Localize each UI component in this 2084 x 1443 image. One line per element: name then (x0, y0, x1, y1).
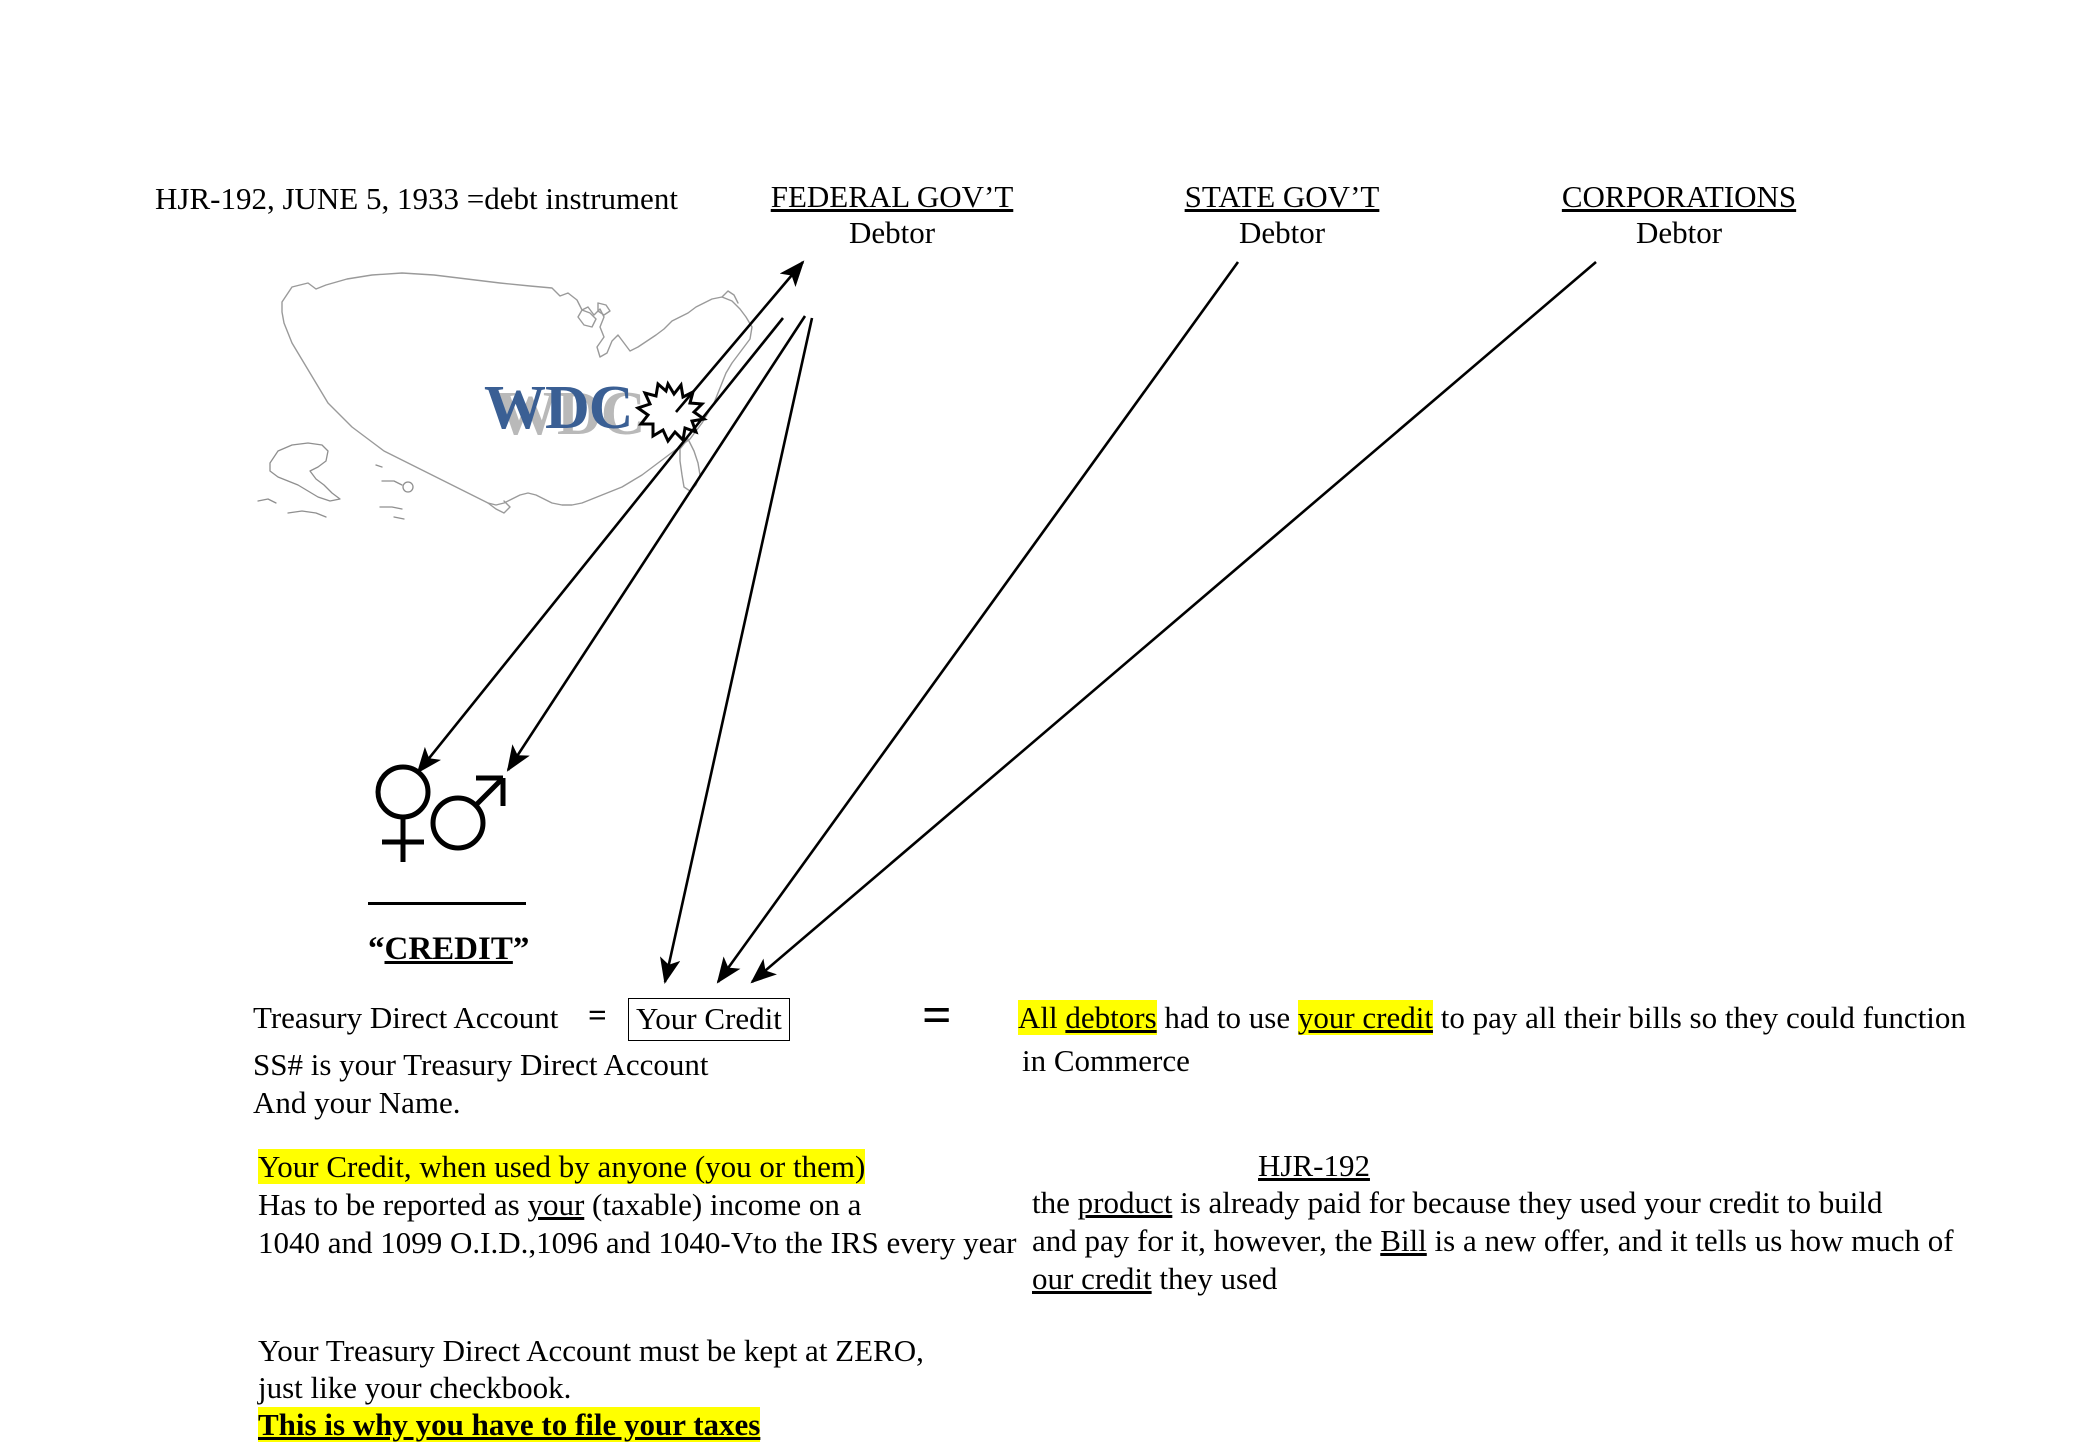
credit-use-line2-post: (taxable) income on a (584, 1187, 862, 1222)
org-name: CORPORATIONS (1561, 179, 1797, 214)
org-label-state-government: STATE GOV’T Debtor (1178, 181, 1386, 251)
file-taxes-highlight: This is why you have to file your taxes (258, 1407, 761, 1442)
hjr192-line2-post: is a new offer, and it tells us how much… (1426, 1223, 1954, 1258)
hjr192-product-word: product (1077, 1185, 1173, 1220)
debtors-highlight-1: All debtors (1018, 1000, 1157, 1035)
hjr192-paragraph: the product is already paid for because … (1032, 1184, 1954, 1298)
treasury-direct-account-subtext: SS# is your Treasury Direct Account And … (253, 1046, 709, 1122)
hjr192-heading: HJR-192 (1258, 1148, 1370, 1183)
hjr192-line1-pre: the (1032, 1185, 1078, 1220)
debtors-statement: All debtors had to use your credit to pa… (1018, 1000, 1966, 1036)
zero-line-1: Your Treasury Direct Account must be kep… (258, 1333, 924, 1368)
debtors-word: debtors (1065, 1000, 1157, 1035)
zero-balance-paragraph: Your Treasury Direct Account must be kep… (258, 1332, 924, 1443)
credit-label-text: CREDIT (384, 931, 513, 967)
debtors-highlight-2: your credit (1297, 1000, 1433, 1035)
wdc-logo-text: WDC (484, 374, 634, 442)
zero-line-3: This is why you have to file your taxes (258, 1406, 924, 1443)
hjr192-our-credit-words: our credit (1032, 1261, 1152, 1296)
wdc-logo: WDC WDC (484, 372, 704, 448)
hjr192-bill-word: Bill (1380, 1223, 1427, 1258)
credit-use-line-3: 1040 and 1099 O.I.D.,1096 and 1040-Vto t… (258, 1225, 1017, 1260)
org-name: STATE GOV’T (1184, 179, 1380, 214)
org-role: Debtor (1238, 215, 1326, 250)
hjr192-line-1: the product is already paid for because … (1032, 1184, 1954, 1222)
hjr192-line-3: our credit they used (1032, 1260, 1954, 1298)
credit-close-quote: ” (512, 931, 530, 967)
equals-sign-small: = (588, 998, 607, 1034)
hjr192-line-2: and pay for it, however, the Bill is a n… (1032, 1222, 1954, 1260)
credit-use-highlight: Your Credit, when used by anyone (you or… (258, 1149, 866, 1184)
org-name: FEDERAL GOV’T (770, 179, 1014, 214)
debtors-tail-text: to pay all their bills so they could fun… (1432, 1000, 1966, 1035)
male-symbol (430, 775, 506, 851)
org-label-corporations: CORPORATIONS Debtor (1555, 181, 1803, 251)
in-commerce-line: in Commerce (1022, 1043, 1190, 1078)
credit-use-paragraph: Your Credit, when used by anyone (you or… (258, 1148, 1017, 1262)
equals-sign-large: = (922, 987, 952, 1044)
debtors-middle-text: had to use (1156, 1000, 1298, 1035)
hjr192-line1-post: is already paid for because they used yo… (1172, 1185, 1883, 1220)
arrow-state-to-your-credit (716, 261, 1240, 984)
org-label-federal-government: FEDERAL GOV’T Debtor (767, 181, 1017, 251)
page-title: HJR-192, JUNE 5, 1933 =debt instrument (155, 181, 678, 216)
credit-use-line-1: Your Credit, when used by anyone (you or… (258, 1148, 1017, 1186)
credit-use-your-word: your (527, 1187, 585, 1222)
tda-subtext-line-1: SS# is your Treasury Direct Account (253, 1047, 709, 1082)
credit-use-line2-pre: Has to be reported as (258, 1187, 528, 1222)
org-role: Debtor (1635, 215, 1723, 250)
credit-use-line-2: Has to be reported as your (taxable) inc… (258, 1186, 1017, 1224)
your-credit-box: Your Credit (628, 998, 790, 1041)
hjr192-line2-pre: and pay for it, however, the (1032, 1223, 1381, 1258)
credit-divider-rule (368, 902, 526, 905)
tda-subtext-line-2: And your Name. (253, 1085, 461, 1120)
org-role: Debtor (848, 215, 936, 250)
female-symbol (375, 764, 431, 862)
people-symbols-group (370, 758, 560, 878)
hjr192-line3-post: they used (1151, 1261, 1278, 1296)
arrow-corporations-to-your-credit (750, 261, 1597, 984)
treasury-direct-account-label: Treasury Direct Account (253, 1000, 559, 1035)
credit-open-quote: “ (368, 931, 385, 967)
zero-line-2: just like your checkbook. (258, 1370, 572, 1405)
credit-label: “CREDIT” (368, 931, 529, 968)
